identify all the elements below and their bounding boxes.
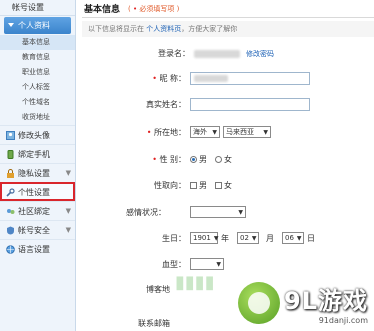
watermark: 9L游戏 91danji.com xyxy=(238,281,368,325)
sidebar-sub-domain[interactable]: 个性域名 xyxy=(0,95,75,110)
wrench-icon xyxy=(6,187,15,197)
birthday-label: 生日： xyxy=(162,233,186,243)
community-icon xyxy=(6,207,15,216)
gender-label: • 性 别： xyxy=(152,155,186,164)
contact-row: 联系邮箱 xyxy=(82,318,174,329)
sidebar-sub-career[interactable]: 职业信息 xyxy=(0,65,75,80)
sidebar-item-label: 隐私设置 xyxy=(18,168,50,178)
day-unit: 日 xyxy=(307,233,315,243)
watermark-logo-icon xyxy=(238,282,280,324)
sidebar-item-label: 绑定手机 xyxy=(18,149,50,159)
nickname-row: • 昵 称： xyxy=(82,72,310,85)
sidebar-sub-tags[interactable]: 个人标签 xyxy=(0,80,75,95)
chevron-down-icon: ▼ xyxy=(296,234,302,242)
chevron-down-icon[interactable]: ▼ xyxy=(66,221,71,240)
region-select[interactable]: 马来西亚 ▼ xyxy=(223,126,271,138)
sidebar-item-phone[interactable]: 绑定手机 xyxy=(0,144,75,163)
sidebar-item-language[interactable]: 语言设置 xyxy=(0,239,75,258)
language-icon xyxy=(6,244,15,254)
info-bar: 以下信息将显示在 个人资料页，方便大家了解你 xyxy=(82,21,374,37)
location-label: • 所在地： xyxy=(146,127,186,137)
blog-label: 博客地 xyxy=(146,285,170,294)
sidebar-sub-basic-info[interactable]: 基本信息 xyxy=(0,35,75,50)
relationship-select[interactable]: ▼ xyxy=(190,206,246,218)
watermark-url: 91danji.com xyxy=(318,316,368,325)
login-name-value xyxy=(194,49,240,58)
required-note: ( • 必须填写项 ) xyxy=(128,4,180,13)
orientation-female-checkbox[interactable]: 女 xyxy=(215,180,232,191)
sidebar-group-profile[interactable]: 个人资料 xyxy=(4,17,71,34)
birthday-row: 生日： 1901 ▼ 年 02 ▼ 月 06 ▼ 日 xyxy=(82,232,315,244)
lock-icon xyxy=(6,168,15,178)
sidebar-item-label: 帐号安全 xyxy=(18,225,50,235)
location-row: • 所在地： 海外 ▼ 马来西亚 ▼ xyxy=(82,126,274,138)
sidebar-item-personalize[interactable]: 个性设置 xyxy=(0,182,75,201)
realname-input[interactable] xyxy=(190,98,310,111)
avatar-icon xyxy=(6,130,15,140)
country-select[interactable]: 海外 ▼ xyxy=(190,126,220,138)
blood-select[interactable]: ▼ xyxy=(190,258,224,270)
orientation-male-checkbox[interactable]: 男 xyxy=(190,180,207,191)
nickname-value xyxy=(194,75,228,82)
title-bar: 基本信息 ( • 必须填写项 ) xyxy=(82,0,374,18)
birth-day-select[interactable]: 06 ▼ xyxy=(282,232,304,244)
chevron-down-icon: ▼ xyxy=(251,234,257,242)
relationship-label: 感情状况： xyxy=(126,207,166,217)
sidebar-header: 帐号设置 xyxy=(0,0,75,16)
relationship-row: 感情状况： ▼ xyxy=(82,206,249,218)
sidebar-item-security[interactable]: 帐号安全 ▼ xyxy=(0,220,75,239)
profile-page-link[interactable]: 个人资料页 xyxy=(146,25,181,33)
sidebar-item-label: 个性设置 xyxy=(18,187,50,197)
sidebar: 帐号设置 个人资料 基本信息 教育信息 职业信息 个人标签 个性域名 收货地址 … xyxy=(0,0,76,331)
sidebar-sub-address[interactable]: 收货地址 xyxy=(0,110,75,125)
sidebar-item-label: 社区绑定 xyxy=(18,206,50,216)
watermark-faint-text: ▮▮▮▮ xyxy=(175,272,215,293)
year-unit: 年 xyxy=(221,233,229,243)
gender-row: • 性 别： 男 女 xyxy=(82,154,240,165)
blood-row: 血型： ▼ xyxy=(82,258,227,270)
birth-year-select[interactable]: 1901 ▼ xyxy=(190,232,218,244)
chevron-down-icon: ▼ xyxy=(213,234,219,242)
shield-icon xyxy=(6,226,15,235)
blood-label: 血型： xyxy=(162,259,186,269)
sidebar-item-label: 修改头像 xyxy=(18,130,50,140)
watermark-brand: 9L游戏 xyxy=(284,287,368,315)
birth-month-select[interactable]: 02 ▼ xyxy=(237,232,259,244)
nickname-input[interactable] xyxy=(190,72,310,85)
chevron-down-icon[interactable]: ▼ xyxy=(66,202,71,221)
blog-row: 博客地 xyxy=(82,284,174,295)
page-title: 基本信息 xyxy=(84,5,121,15)
chevron-down-icon: ▼ xyxy=(216,260,221,268)
sidebar-item-avatar[interactable]: 修改头像 xyxy=(0,125,75,144)
contact-label: 联系邮箱 xyxy=(138,319,170,328)
change-password-link[interactable]: 修改密码 xyxy=(246,49,274,59)
login-row: 登录名： 修改密码 xyxy=(82,48,274,59)
chevron-down-icon: ▼ xyxy=(238,208,243,216)
sidebar-sub-education[interactable]: 教育信息 xyxy=(0,50,75,65)
month-unit: 月 xyxy=(266,233,274,243)
realname-label: 真实姓名： xyxy=(146,100,186,109)
phone-icon xyxy=(6,149,15,159)
sidebar-item-privacy[interactable]: 隐私设置 ▼ xyxy=(0,163,75,182)
realname-row: 真实姓名： xyxy=(82,98,310,111)
nickname-label: • 昵 称： xyxy=(152,74,186,83)
chevron-down-icon: ▼ xyxy=(212,128,217,136)
sidebar-item-community[interactable]: 社区绑定 ▼ xyxy=(0,201,75,220)
gender-male-radio[interactable]: 男 xyxy=(190,154,207,165)
orientation-row: 性取向： 男 女 xyxy=(82,180,240,191)
login-label: 登录名： xyxy=(158,49,190,58)
sidebar-item-label: 语言设置 xyxy=(18,244,50,254)
chevron-down-icon: ▼ xyxy=(263,128,268,136)
orientation-label: 性取向： xyxy=(154,181,186,190)
chevron-down-icon[interactable]: ▼ xyxy=(66,164,71,183)
gender-female-radio[interactable]: 女 xyxy=(215,154,232,165)
